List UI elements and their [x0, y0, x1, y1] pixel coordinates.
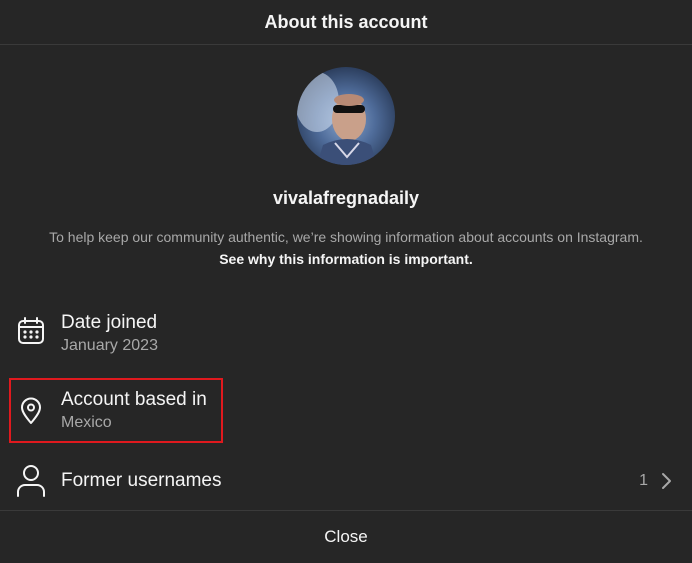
account-based-in-row: Account based in Mexico: [0, 378, 692, 434]
close-button[interactable]: Close: [0, 510, 692, 563]
description: To help keep our community authentic, we…: [40, 226, 652, 270]
former-usernames-label: Former usernames: [61, 470, 222, 491]
dialog-header: About this account: [0, 0, 692, 45]
former-usernames-row[interactable]: Former usernames 1: [0, 458, 692, 506]
chevron-right-icon: [660, 472, 672, 495]
close-button-label: Close: [324, 527, 368, 546]
why-info-important-link[interactable]: See why this information is important.: [219, 251, 473, 267]
account-based-in-label: Account based in: [61, 389, 207, 410]
date-joined-value: January 2023: [61, 337, 158, 354]
date-joined-row: Date joined January 2023: [0, 305, 692, 361]
calendar-icon: [14, 314, 48, 348]
location-pin-icon: [14, 394, 48, 428]
account-based-in-value: Mexico: [61, 414, 112, 431]
date-joined-label: Date joined: [61, 312, 158, 333]
person-icon: [14, 463, 48, 497]
avatar[interactable]: [297, 67, 395, 165]
former-usernames-count: 1: [639, 472, 648, 489]
username: vivalafregnadaily: [272, 188, 420, 208]
dialog-title: About this account: [264, 11, 428, 32]
description-text: To help keep our community authentic, we…: [49, 229, 643, 245]
